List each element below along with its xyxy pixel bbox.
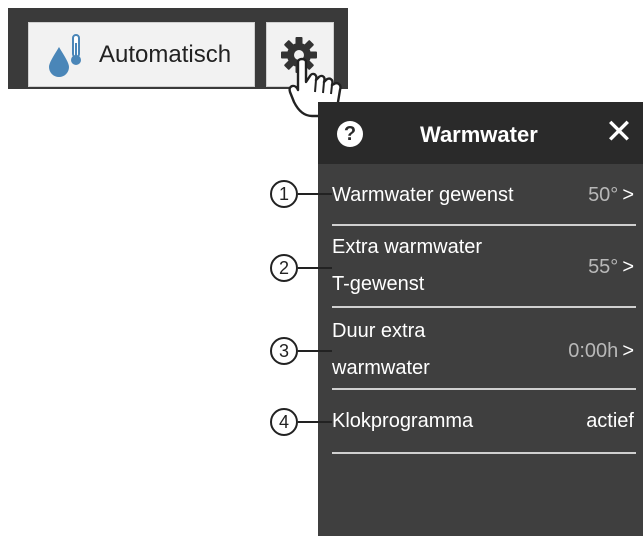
callout-leader — [298, 421, 332, 423]
callout-leader — [298, 193, 332, 195]
callout-leader — [298, 267, 332, 269]
callout-2: 2 — [270, 254, 298, 282]
row-divider — [332, 388, 636, 390]
water-temperature-icon — [49, 34, 81, 77]
setting-label: Warmwater gewenst — [332, 184, 514, 206]
row-divider — [332, 452, 636, 454]
panel-header: ? Warmwater ✕ — [318, 102, 643, 164]
chevron-right-icon: > — [622, 184, 634, 206]
chevron-right-icon: > — [622, 340, 634, 362]
mode-label: Automatisch — [99, 41, 232, 68]
setting-value: 55° > — [588, 256, 634, 278]
panel-title: Warmwater — [420, 122, 538, 147]
setting-label: T-gewenst — [332, 273, 425, 295]
setting-label: warmwater — [332, 357, 430, 379]
help-icon[interactable]: ? — [337, 121, 363, 147]
setting-label: Klokprogramma — [332, 410, 474, 432]
setting-row-warmwater-desired[interactable]: Warmwater gewenst 50° > — [332, 178, 634, 214]
chevron-right-icon: > — [622, 256, 634, 278]
setting-row-extra-warmwater-temp[interactable]: Extra warmwater T-gewenst 55° > — [332, 230, 634, 302]
setting-label: Duur extra — [332, 320, 426, 342]
row-divider — [332, 224, 636, 226]
setting-label: Extra warmwater — [332, 236, 483, 258]
callout-1: 1 — [270, 180, 298, 208]
callout-4: 4 — [270, 408, 298, 436]
setting-value: 50° > — [588, 184, 634, 206]
setting-row-clock-program[interactable]: Klokprogramma actief — [332, 404, 634, 440]
callout-3: 3 — [270, 337, 298, 365]
automatic-mode-button[interactable]: Automatisch — [28, 22, 255, 87]
row-divider — [332, 306, 636, 308]
callout-leader — [298, 350, 332, 352]
close-icon[interactable]: ✕ — [604, 114, 634, 150]
setting-row-extra-warmwater-duration[interactable]: Duur extra warmwater 0:00h > — [332, 314, 634, 386]
warmwater-panel: ? Warmwater ✕ Warmwater gewenst 50° > Ext… — [318, 102, 643, 536]
setting-value: 0:00h > — [568, 340, 634, 362]
setting-value: actief — [586, 410, 634, 432]
